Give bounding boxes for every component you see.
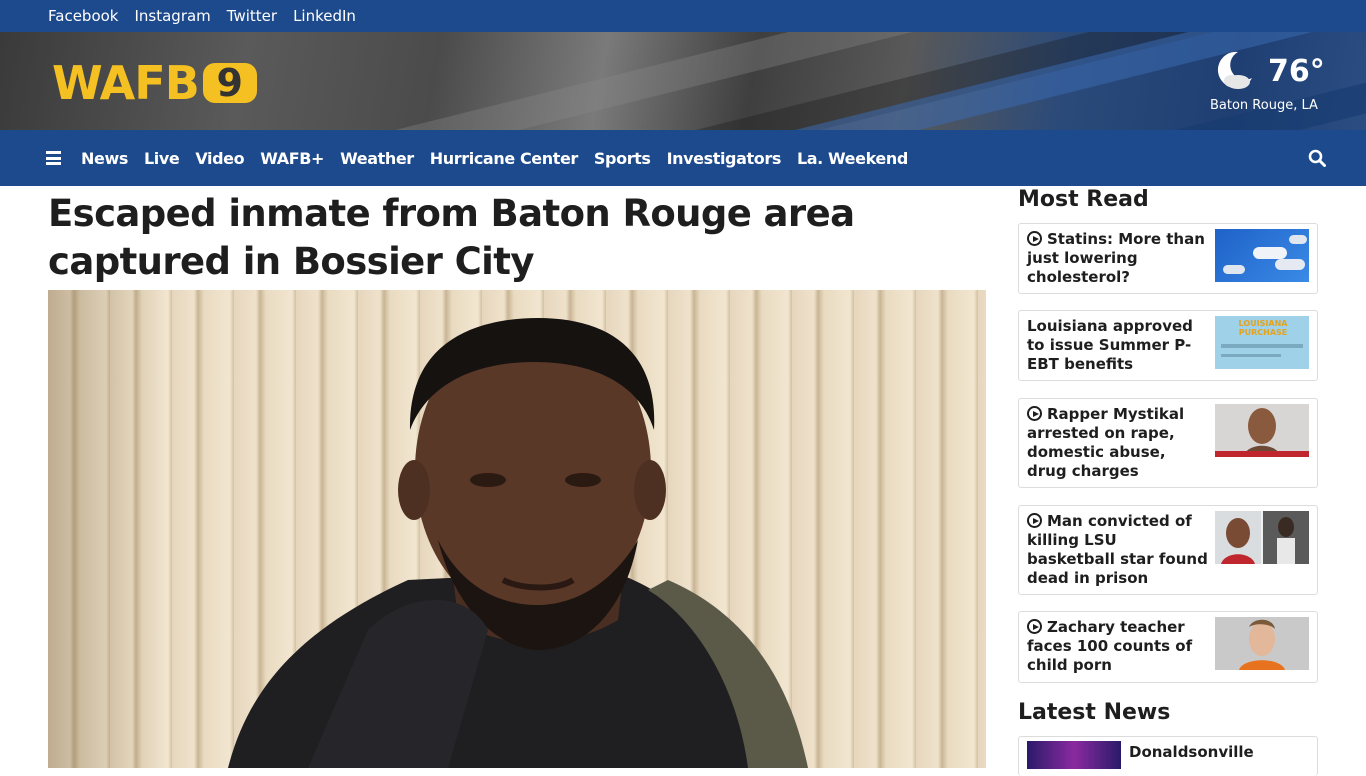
instagram-link[interactable]: Instagram bbox=[134, 7, 210, 25]
pills-image bbox=[1223, 235, 1307, 274]
latest-news-thumbnail bbox=[1027, 741, 1121, 769]
most-read-item[interactable]: Rapper Mystikal arrested on rape, domest… bbox=[1018, 398, 1318, 488]
latest-news-item[interactable]: Donaldsonville bbox=[1018, 736, 1318, 776]
nav-item-news[interactable]: News bbox=[81, 149, 128, 168]
article-headline: Escaped inmate from Baton Rouge area cap… bbox=[48, 192, 855, 283]
nav-item-hurricane-center[interactable]: Hurricane Center bbox=[430, 149, 579, 168]
nav-item-wafb-plus[interactable]: WAFB+ bbox=[260, 149, 324, 168]
weather-widget[interactable]: 76° Baton Rouge, LA bbox=[1206, 46, 1325, 118]
most-read-item-text: Rapper Mystikal arrested on rape, domest… bbox=[1027, 405, 1185, 480]
facebook-link[interactable]: Facebook bbox=[48, 7, 118, 25]
nav-item-investigators[interactable]: Investigators bbox=[667, 149, 782, 168]
most-read-item-title: Rapper Mystikal arrested on rape, domest… bbox=[1027, 405, 1209, 481]
ebt-card-title: LOUISIANA PURCHASE bbox=[1238, 319, 1288, 337]
latest-news-item-title: Donaldsonville bbox=[1129, 743, 1254, 761]
most-read-item[interactable]: Zachary teacher faces 100 counts of chil… bbox=[1018, 611, 1318, 683]
thumbnail-two-photos bbox=[1215, 511, 1309, 564]
video-play-icon bbox=[1027, 231, 1042, 246]
site-logo[interactable]: WAFB 9 bbox=[52, 60, 308, 106]
thumbnail-mugshot-orange bbox=[1215, 617, 1309, 670]
moon-cloud-icon bbox=[1217, 51, 1252, 89]
logo-text: WAFB bbox=[52, 56, 200, 110]
most-read-item-text: Zachary teacher faces 100 counts of chil… bbox=[1027, 618, 1193, 674]
social-links: Facebook Instagram Twitter LinkedIn bbox=[48, 0, 356, 32]
search-icon[interactable] bbox=[1308, 149, 1326, 167]
most-read-item-text: Louisiana approved to issue Summer P-EBT… bbox=[1027, 317, 1193, 373]
most-read-item-text: Man convicted of killing LSU basketball … bbox=[1027, 512, 1208, 587]
twitter-link[interactable]: Twitter bbox=[227, 7, 277, 25]
nav-item-video[interactable]: Video bbox=[195, 149, 244, 168]
two-photos-image bbox=[1215, 511, 1309, 564]
most-read-item-title: Zachary teacher faces 100 counts of chil… bbox=[1027, 618, 1209, 675]
nav-item-live[interactable]: Live bbox=[144, 149, 180, 168]
weather-temperature: 76° bbox=[1268, 54, 1325, 89]
latest-news-heading: Latest News bbox=[1018, 700, 1171, 725]
nav-items: News Live Video WAFB+ Weather Hurricane … bbox=[81, 130, 908, 186]
thumbnail-pills bbox=[1215, 229, 1309, 282]
weather-location: Baton Rouge, LA bbox=[1210, 98, 1318, 113]
most-read-item[interactable]: Man convicted of killing LSU basketball … bbox=[1018, 505, 1318, 595]
most-read-item-title: Man convicted of killing LSU basketball … bbox=[1027, 512, 1209, 588]
main-nav: News Live Video WAFB+ Weather Hurricane … bbox=[0, 130, 1366, 186]
thumbnail-mugshot bbox=[1215, 404, 1309, 457]
most-read-heading: Most Read bbox=[1018, 187, 1149, 212]
thumbnail-ebt-card: LOUISIANA PURCHASE bbox=[1215, 316, 1309, 369]
person-photo bbox=[228, 318, 808, 768]
most-read-item-title: Louisiana approved to issue Summer P-EBT… bbox=[1027, 317, 1209, 374]
video-play-icon bbox=[1027, 619, 1042, 634]
most-read-item[interactable]: Statins: More than just lowering cholest… bbox=[1018, 223, 1318, 294]
mugshot-orange-image bbox=[1239, 619, 1285, 670]
hamburger-menu-icon[interactable] bbox=[46, 151, 61, 165]
site-header: WAFB 9 bbox=[0, 32, 1366, 130]
mugshot-image bbox=[1215, 408, 1309, 457]
most-read-item[interactable]: Louisiana approved to issue Summer P-EBT… bbox=[1018, 310, 1318, 381]
most-read-item-text: Statins: More than just lowering cholest… bbox=[1027, 230, 1205, 286]
article-hero-image[interactable] bbox=[48, 290, 986, 768]
logo-number: 9 bbox=[202, 63, 257, 103]
video-play-icon bbox=[1027, 406, 1042, 421]
linkedin-link[interactable]: LinkedIn bbox=[293, 7, 356, 25]
nav-item-la-weekend[interactable]: La. Weekend bbox=[797, 149, 908, 168]
social-bar: Facebook Instagram Twitter LinkedIn bbox=[0, 0, 1366, 32]
nav-item-weather[interactable]: Weather bbox=[340, 149, 414, 168]
nav-item-sports[interactable]: Sports bbox=[594, 149, 651, 168]
most-read-item-title: Statins: More than just lowering cholest… bbox=[1027, 230, 1209, 287]
video-play-icon bbox=[1027, 513, 1042, 528]
